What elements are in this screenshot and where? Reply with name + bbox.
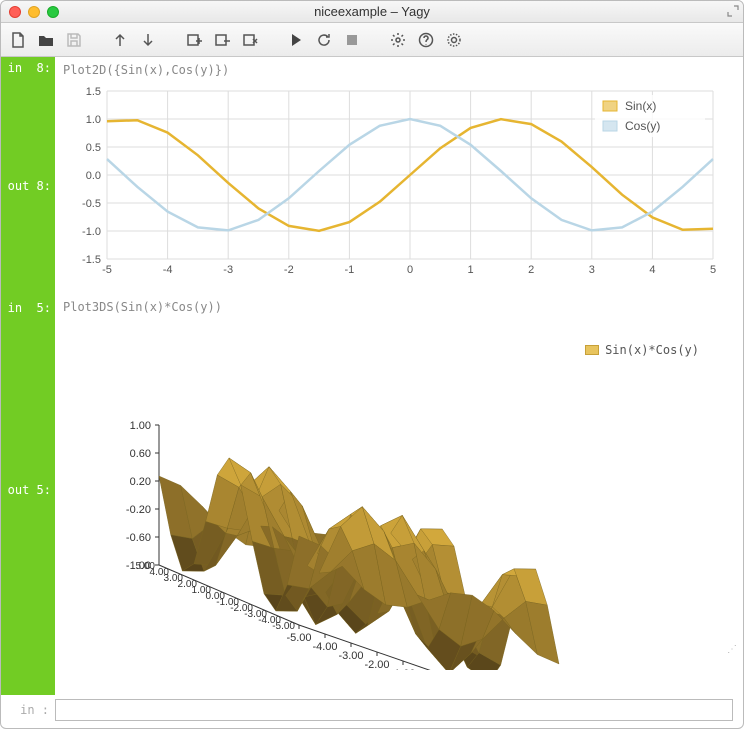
notebook-area: in 8: out 8: in 5: out 5: Plot2D({Sin(x)… (1, 57, 743, 695)
svg-text:5: 5 (710, 264, 716, 276)
help-button[interactable] (415, 29, 437, 51)
in-label: in 5: (8, 301, 51, 315)
run-button[interactable] (285, 29, 307, 51)
svg-text:2: 2 (528, 264, 534, 276)
svg-text:Cos(y): Cos(y) (625, 119, 660, 133)
svg-text:Sin(x): Sin(x) (625, 99, 656, 113)
command-input[interactable] (55, 699, 733, 721)
settings-button[interactable] (387, 29, 409, 51)
svg-text:0.20: 0.20 (130, 476, 151, 488)
svg-text:1: 1 (468, 264, 474, 276)
resize-grip-icon[interactable]: ⋰ (727, 644, 737, 655)
save-file-button[interactable] (63, 29, 85, 51)
svg-text:-0.60: -0.60 (126, 532, 151, 544)
svg-text:-2.00: -2.00 (364, 659, 389, 670)
target-button[interactable] (443, 29, 465, 51)
code-line: Plot2D({Sin(x),Cos(y)}) (59, 61, 739, 79)
svg-text:5.00: 5.00 (136, 561, 156, 572)
svg-text:0: 0 (407, 264, 413, 276)
svg-text:-3: -3 (223, 264, 233, 276)
window-title: niceexample – Yagy (1, 4, 743, 19)
svg-text:-5: -5 (102, 264, 112, 276)
open-file-button[interactable] (35, 29, 57, 51)
svg-text:1.5: 1.5 (86, 86, 101, 98)
reload-button[interactable] (313, 29, 335, 51)
svg-text:-4: -4 (163, 264, 173, 276)
remove-cell-button[interactable] (211, 29, 233, 51)
code-line: Plot3DS(Sin(x)*Cos(y)) (59, 298, 739, 316)
move-up-button[interactable] (109, 29, 131, 51)
close-window-button[interactable] (9, 6, 21, 18)
fullscreen-icon[interactable] (727, 5, 739, 17)
svg-text:1.0: 1.0 (86, 114, 101, 126)
svg-text:-4.00: -4.00 (312, 641, 337, 653)
plot2d-chart: -1.5 -1.0 -0.5 0.0 0.5 1.0 1.5 -5 -4 -3 -2 -1 0 1 2 3 4 5… (65, 83, 725, 281)
titlebar: niceexample – Yagy (1, 1, 743, 23)
gutter: in 8: out 8: in 5: out 5: (1, 57, 55, 695)
svg-text:-0.5: -0.5 (82, 198, 101, 210)
minimize-window-button[interactable] (28, 6, 40, 18)
out-label: out 8: (8, 179, 51, 193)
out-label: out 5: (8, 483, 51, 497)
new-file-button[interactable] (7, 29, 29, 51)
insert-cell-button[interactable] (183, 29, 205, 51)
svg-text:0.0: 0.0 (86, 170, 101, 182)
svg-text:-1.0: -1.0 (82, 226, 101, 238)
main-output: Plot2D({Sin(x),Cos(y)}) -1.5 -1.0 -0.5 0.0 0… (55, 57, 743, 695)
svg-text:-5.00: -5.00 (286, 632, 311, 644)
plot3d-chart: Sin(x)*Cos(y) -1.00-0.60-0.200.200.601.0… (59, 320, 739, 675)
input-prompt: in : (1, 703, 55, 717)
svg-text:4: 4 (649, 264, 655, 276)
svg-text:-2: -2 (284, 264, 294, 276)
input-row: in : (1, 696, 743, 724)
stop-button[interactable] (341, 29, 363, 51)
svg-text:-3.00: -3.00 (338, 650, 363, 662)
toolbar (1, 23, 743, 57)
svg-text:1.00: 1.00 (130, 420, 151, 432)
svg-text:-1.00: -1.00 (390, 668, 415, 670)
in-label: in 8: (8, 61, 51, 75)
delete-cell-button[interactable] (239, 29, 261, 51)
svg-text:-1.5: -1.5 (82, 254, 101, 266)
svg-text:-1: -1 (345, 264, 355, 276)
svg-text:0.5: 0.5 (86, 142, 101, 154)
svg-text:-0.20: -0.20 (126, 504, 151, 516)
zoom-window-button[interactable] (47, 6, 59, 18)
svg-text:3: 3 (589, 264, 595, 276)
svg-text:0.60: 0.60 (130, 448, 151, 460)
move-down-button[interactable] (137, 29, 159, 51)
